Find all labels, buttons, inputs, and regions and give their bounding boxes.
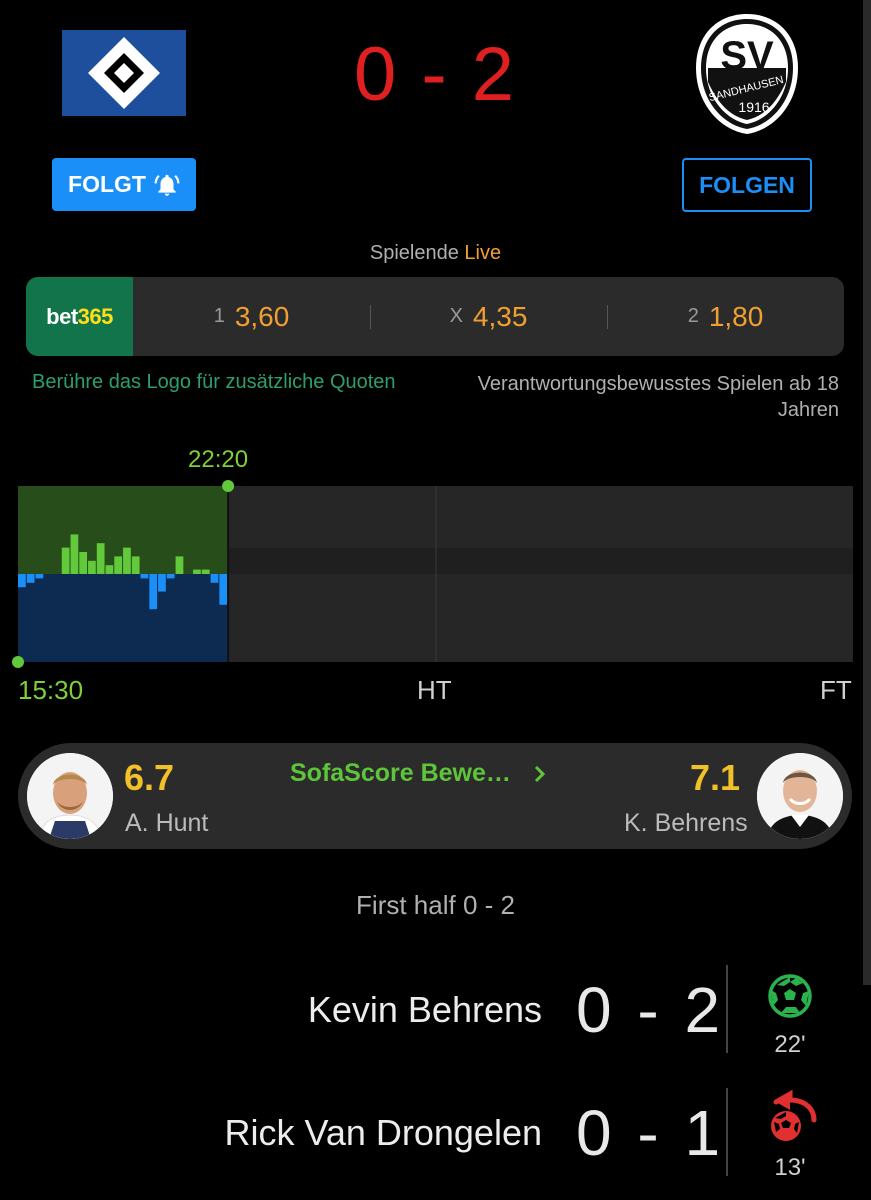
momentum-current-time: 22:20 — [188, 446, 249, 473]
player-photo-icon — [27, 753, 113, 839]
incident-row[interactable]: Rick Van Drongelen 0 - 1 13' — [0, 1088, 871, 1181]
live-badge: Live — [464, 242, 502, 264]
momentum-bar — [61, 547, 70, 574]
momentum-bar — [131, 556, 140, 574]
follow-away-button[interactable]: FOLGEN — [682, 158, 812, 212]
momentum-bar — [140, 574, 149, 579]
momentum-bar — [18, 574, 26, 588]
momentum-bar — [88, 560, 96, 574]
half-header: First half 0 - 2 — [356, 890, 515, 920]
home-player-name: A. Hunt — [125, 809, 209, 837]
match-status: Spielende Live — [0, 242, 871, 265]
momentum-bar — [158, 574, 166, 592]
attack-momentum-graph[interactable] — [10, 476, 860, 671]
incident-minute: 13' — [774, 1154, 806, 1181]
odd-away[interactable]: 2 1,80 — [607, 277, 844, 356]
odds-hint[interactable]: Berühre das Logo für zusätzliche Quoten — [32, 371, 396, 394]
follow-home-label: FOLGT — [68, 171, 146, 197]
away-player-name: K. Behrens — [624, 809, 748, 837]
odd-label: 2 — [687, 305, 699, 327]
year-text: 1916 — [738, 99, 769, 115]
momentum-bar — [123, 547, 131, 574]
momentum-bar — [26, 574, 35, 583]
home-player-rating: 6.7 — [124, 757, 175, 798]
away-team-logo[interactable]: SV SANDHAUSEN 1916 — [694, 12, 800, 136]
momentum-bar — [35, 574, 44, 579]
momentum-bar — [70, 534, 79, 574]
incident-score: 0 - 1 — [576, 1097, 725, 1169]
sofascore-ratings-link[interactable]: SofaScore Bewe… — [290, 759, 547, 788]
home-player-avatar[interactable] — [27, 753, 113, 839]
scrollbar[interactable] — [863, 0, 871, 985]
responsible-gambling-note: Verantwortungsbewusstes Spielen ab 18 Ja… — [477, 373, 839, 421]
bet365-brand-left: bet — [46, 303, 78, 329]
momentum-halftime-label: HT — [417, 675, 452, 705]
momentum-bar — [166, 574, 175, 579]
current-time-marker — [222, 480, 235, 492]
sv-sandhausen-crest-icon: SV SANDHAUSEN 1916 — [696, 14, 798, 134]
momentum-bar — [105, 565, 114, 574]
away-player-avatar[interactable] — [757, 753, 843, 839]
divider — [726, 1088, 728, 1176]
follow-home-button[interactable]: FOLGT — [52, 158, 196, 211]
momentum-fulltime-label: FT — [820, 675, 852, 705]
divider — [726, 965, 728, 1053]
odd-value: 3,60 — [234, 300, 290, 332]
momentum-bar — [114, 556, 123, 574]
incident-player: Rick Van Drongelen — [224, 1112, 543, 1153]
incident-player: Kevin Behrens — [307, 989, 542, 1030]
momentum-bar — [175, 556, 184, 574]
football-goal-icon — [768, 974, 812, 1018]
sofascore-link-label: SofaScore Bewe… — [290, 759, 511, 787]
odd-draw[interactable]: X 4,35 — [370, 277, 607, 356]
momentum-bar — [219, 574, 228, 605]
match-score: 0 - 2 — [353, 32, 517, 117]
bell-ringing-icon — [154, 174, 180, 196]
momentum-bar — [210, 574, 219, 583]
momentum-bar — [149, 574, 158, 610]
start-marker — [12, 656, 24, 668]
odds-bar: bet 365 1 3,60 X 4,35 2 1,80 — [26, 277, 844, 356]
momentum-bar — [96, 543, 105, 574]
incident-minute: 22' — [774, 1031, 806, 1058]
status-label: Spielende — [369, 242, 459, 264]
momentum-start-time: 15:30 — [18, 675, 84, 705]
odd-value: 4,35 — [472, 300, 528, 332]
odd-value: 1,80 — [708, 300, 764, 332]
home-team-logo[interactable] — [62, 30, 186, 116]
momentum-bar — [79, 552, 88, 574]
bet365-brand-right: 365 — [77, 303, 114, 329]
odd-label: X — [449, 305, 463, 327]
chevron-right-icon — [534, 765, 546, 782]
own-goal-icon — [771, 1090, 817, 1141]
player-photo-icon — [757, 753, 843, 839]
momentum-bar — [193, 569, 201, 574]
bet365-logo[interactable]: bet 365 — [26, 277, 133, 356]
incident-row[interactable]: Kevin Behrens 0 - 2 22' — [0, 965, 871, 1058]
incident-score: 0 - 2 — [576, 974, 725, 1046]
odd-home[interactable]: 1 3,60 — [133, 277, 370, 356]
momentum-bar — [201, 569, 210, 574]
top-players-card[interactable]: 6.7 A. Hunt SofaScore Bewe… 7.1 K. Behre… — [18, 743, 852, 849]
hsv-diamond-icon — [88, 37, 160, 109]
played-away-area — [18, 574, 229, 662]
odd-label: 1 — [213, 305, 225, 327]
away-player-rating: 7.1 — [690, 757, 741, 798]
